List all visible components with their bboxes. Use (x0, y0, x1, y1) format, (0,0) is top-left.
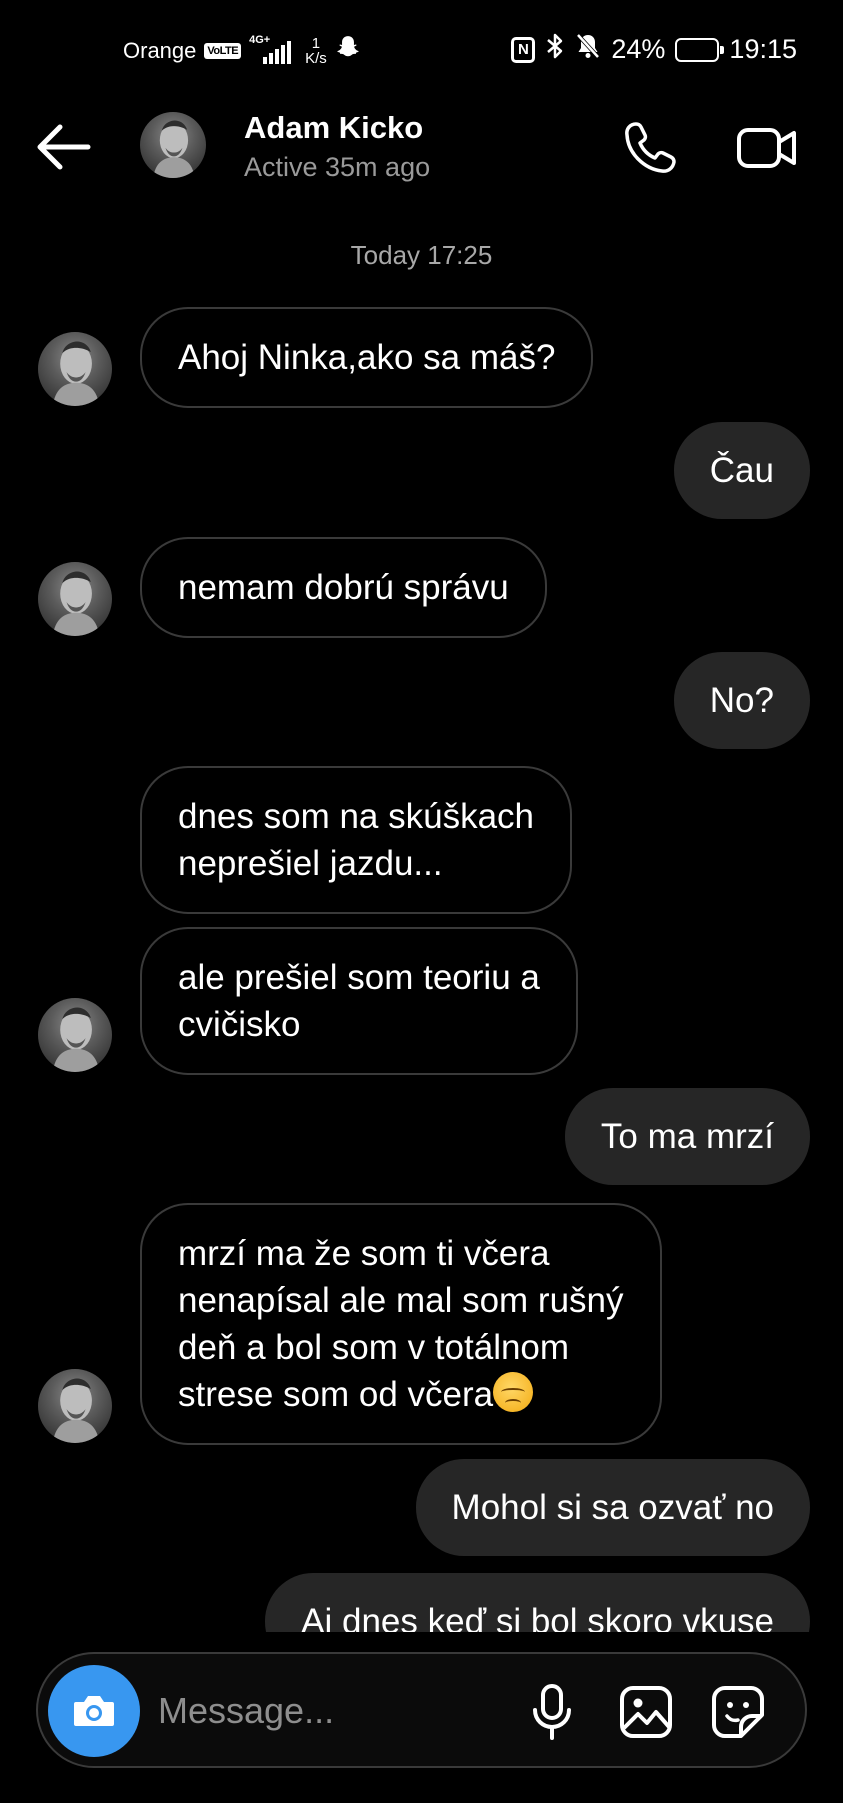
message-text-line: No? (709, 681, 774, 720)
message-text-line: Čau (709, 451, 774, 490)
microphone-icon[interactable] (524, 1682, 580, 1742)
contact-activity-status: Active 35m ago (244, 152, 431, 182)
sticker-icon[interactable] (710, 1684, 766, 1740)
status-left: Orange VoLTE 4G+ 1 K/s (123, 34, 361, 67)
pensive-face-emoji-icon (493, 1372, 534, 1412)
message-input[interactable] (158, 1682, 558, 1740)
message-text-line: To ma mrzí (600, 1117, 774, 1156)
chat-header: Adam Kicko Active 35m ago (0, 100, 843, 195)
message-text-line: deň a bol som v totálnom (178, 1328, 570, 1367)
message-text-line: neprešiel jazdu... (178, 844, 443, 883)
signal-icon: 4G+ (249, 34, 297, 66)
clock: 19:15 (729, 34, 797, 64)
message-thread[interactable]: Today 17:25 Ahoj Ninka,ako sa máš? Čau n… (0, 195, 843, 1632)
incoming-message-bubble[interactable]: nemam dobrú správu (140, 537, 547, 638)
battery-icon (675, 37, 725, 62)
thread-timestamp: Today 17:25 (350, 240, 493, 270)
camera-button[interactable] (48, 1665, 140, 1757)
contact-name[interactable]: Adam Kicko (244, 110, 423, 146)
message-text-line: mrzí ma že som ti včera (178, 1234, 550, 1273)
message-text-line: dnes som na skúškach (178, 797, 535, 836)
bluetooth-icon (545, 32, 565, 67)
sender-avatar[interactable] (38, 998, 112, 1072)
status-bar: Orange VoLTE 4G+ 1 K/s N 24% 19:15 (0, 0, 843, 100)
contact-avatar[interactable] (140, 112, 206, 178)
snapchat-ghost-icon (335, 34, 361, 67)
incoming-message-bubble[interactable]: mrzí ma že som ti včera nenapísal ale ma… (140, 1203, 662, 1445)
outgoing-message-bubble[interactable]: Čau (673, 422, 810, 519)
speed-unit: K/s (305, 49, 327, 67)
message-text-line: Aj dnes keď si bol skoro vkuse (301, 1602, 774, 1632)
message-text-line: Ahoj Ninka,ako sa máš? (178, 338, 556, 377)
message-text-line: cvičisko (178, 1005, 301, 1044)
outgoing-message-bubble[interactable]: No? (673, 652, 810, 749)
message-text-line: nenapísal ale mal som rušný (178, 1281, 624, 1320)
nfc-icon: N (511, 36, 536, 63)
carrier-label: Orange (123, 37, 197, 63)
network-speed: 1 K/s (305, 36, 327, 66)
battery-percent: 24% (611, 34, 666, 64)
message-text-line: ale prešiel som teoriu a (178, 958, 540, 997)
outgoing-message-bubble[interactable]: Aj dnes keď si bol skoro vkuse (265, 1573, 810, 1632)
video-camera-icon[interactable] (736, 120, 798, 176)
volte-icon: VoLTE (204, 42, 242, 59)
outgoing-message-bubble[interactable]: To ma mrzí (564, 1088, 810, 1185)
incoming-message-bubble[interactable]: ale prešiel som teoriu a cvičisko (140, 927, 578, 1075)
phone-icon[interactable] (622, 120, 678, 176)
message-text: strese som od včera (178, 1375, 494, 1414)
gallery-image-icon[interactable] (618, 1684, 674, 1740)
outgoing-message-bubble[interactable]: Mohol si sa ozvať no (415, 1459, 810, 1556)
incoming-message-bubble[interactable]: dnes som na skúškach neprešiel jazdu... (140, 766, 573, 914)
message-text-line: nemam dobrú správu (178, 568, 509, 607)
back-arrow-icon[interactable] (36, 122, 92, 172)
status-right: N 24% 19:15 (511, 32, 797, 67)
message-text-line: Mohol si sa ozvať no (451, 1488, 774, 1527)
sender-avatar[interactable] (38, 562, 112, 636)
mute-bell-icon (575, 32, 601, 67)
camera-icon (74, 1696, 114, 1726)
message-composer (36, 1652, 807, 1768)
incoming-message-bubble[interactable]: Ahoj Ninka,ako sa máš? (140, 307, 594, 408)
sender-avatar[interactable] (38, 332, 112, 406)
message-text-line: strese som od včera (178, 1371, 624, 1418)
sender-avatar[interactable] (38, 1369, 112, 1443)
